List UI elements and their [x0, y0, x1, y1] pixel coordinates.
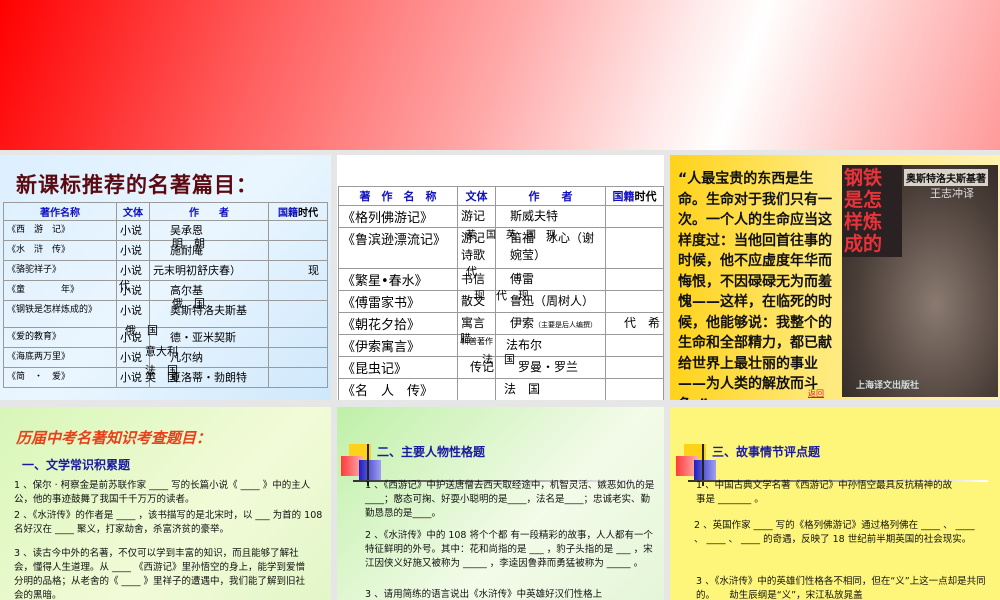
cell: 代 希	[605, 312, 664, 335]
cell: 小说	[116, 220, 150, 241]
question-2: 2 、《水浒传》的作者是 ____ ，该书描写的是北宋时，以 ___ 为首的 1…	[14, 510, 323, 535]
cell: 《昆虫记》	[338, 356, 458, 379]
question-2: 2 、《水浒传》中的 108 将个个都 有一段精彩的故事，人人都有一个特征鲜明的…	[365, 530, 654, 569]
question-1: 1 、保尔 · 柯察金是前苏联作家 ____ 写的长篇小说《 ____ 》中的主…	[14, 480, 311, 505]
cell: 《爱的教育》	[3, 327, 117, 348]
cell: 《傅雷家书》	[338, 290, 458, 313]
cover-translator: 王志冲译	[930, 187, 974, 200]
cell: 《朝花夕拾》	[338, 312, 458, 335]
cell: 斯威夫特	[495, 205, 606, 228]
question-3: 3 、请用简练的语言说出《水浒传》中英雄好汉们性格上	[365, 589, 603, 600]
cell: 伊索（主要是后人编撰）	[495, 312, 606, 335]
cover-publisher: 上海译文出版社	[856, 381, 920, 391]
cell: 法 国	[495, 378, 606, 400]
cell: 《鲁滨逊漂流记》	[338, 227, 458, 269]
cell: 吴承恩	[149, 220, 269, 241]
cell: 《简 ・ 爱》	[3, 367, 117, 388]
col-header: 国籍时代	[605, 186, 664, 206]
table-header: 著作名称 文体作 者国籍时代	[3, 202, 328, 221]
table-row: 《钢铁是怎样炼成的》 小说 奥斯特洛夫斯基俄 国	[3, 297, 328, 328]
cell: 《海底两万里》	[3, 347, 117, 368]
slide-thumbnail-exam-questions[interactable]: 历届中考名著知识考查题目： 一、文学常识积累题 1 、保尔 · 柯察金是前苏联作…	[0, 407, 331, 600]
cell: 《伊索寓言》	[338, 334, 458, 357]
cell: 《水 浒 传》	[3, 240, 117, 261]
cell: 笛福 冰心（谢婉莹）英 国 英 国 现	[466, 227, 606, 269]
section-heading: 三、故事情节评点题	[712, 445, 821, 459]
table-row: 《水 浒 传》 小说 施耐庵明 朝	[3, 237, 328, 261]
cell: 施耐庵明 朝	[149, 237, 269, 261]
table-row: 《鲁滨逊漂流记》 游记 诗歌 笛福 冰心（谢婉莹）英 国 英 国 现	[338, 227, 664, 269]
table-row: 《骆驼祥子》 小说 元末明初舒庆春）现	[3, 260, 328, 281]
cell: 高尔基	[149, 280, 269, 301]
slide-title: 历届中考名著知识考查题目：	[16, 429, 212, 447]
table-row: 《名 人 传》 法 国	[338, 378, 664, 400]
cell: 罗曼・罗兰法 国	[482, 353, 606, 379]
section-heading: 二、主要人物性格题	[377, 445, 486, 459]
section-heading: 一、文学常识积累题	[22, 458, 131, 472]
cover-title: 钢铁是怎样炼成的	[842, 165, 902, 257]
col-header: 作 者	[495, 186, 606, 206]
col-header: 文体	[457, 186, 496, 206]
table-header: 著 作 名 称文体作 者国籍时代	[338, 186, 664, 206]
cell: 元末明初舒庆春）	[149, 260, 269, 281]
question-2: 2 、英国作家 ____ 写的《格列佛游记》通过格列佛在 ____ 、 ____…	[694, 520, 975, 545]
cell: 《西 游 记》	[3, 220, 117, 241]
cell: 小说代	[116, 279, 150, 301]
cell: 游记	[457, 205, 496, 228]
cell: 《童 年》	[3, 280, 117, 301]
books-table: 著 作 名 称文体作 者国籍时代 《格列佛游记》 游记 斯威夫特 《鲁滨逊漂流记》游…	[338, 186, 664, 400]
slide-title: 新课标推荐的名著篇目：	[16, 173, 258, 197]
cell: 小说	[116, 240, 150, 261]
col-header: 著作名称	[3, 202, 117, 221]
quote-text: “人最宝贵的东西是生命。生命对于我们只有一次。一个人的生命应当这样度过：当他回首…	[678, 171, 832, 400]
slide-thumbnail-recommended-books[interactable]: 新课标推荐的名著篇目： 著作名称 文体作 者国籍时代 《西 游 记》 小说 吴承恩 《…	[0, 155, 331, 400]
table-row: 《格列佛游记》 游记 斯威夫特	[338, 205, 664, 228]
slide-thumbnail-quote[interactable]: “人最宝贵的东西是生命。生命对于我们只有一次。一个人的生命应当这样度过：当他回首…	[670, 155, 1000, 400]
title-banner	[0, 0, 1000, 150]
table-row: 《昆虫记》 传记 罗曼・罗兰法 国	[338, 353, 664, 379]
question-1: 1 、中国古典文学名著《西游记》中孙悟空最具反抗精神的故事是 _______ 。	[696, 480, 953, 505]
col-header: 国籍时代	[268, 202, 328, 221]
table-row: 《童 年》 小说代高尔基	[3, 279, 328, 301]
overflow-text: 英 国	[145, 371, 178, 384]
cell: 《骆驼祥子》	[3, 260, 117, 281]
cell: 《钢铁是怎样炼成的》	[3, 300, 117, 328]
question-3: 3 、读古今中外的名著，不仅可以学到丰富的知识，而且能够了解社会，懂得人生道理。…	[14, 548, 306, 600]
cell: 《繁星•春水》	[338, 268, 458, 291]
book-cover-image: 钢铁是怎样炼成的 奥斯特洛夫斯基著 王志冲译 上海译文出版社	[842, 165, 998, 397]
cover-author: 奥斯特洛夫斯基著	[904, 169, 988, 186]
table-row: 《西 游 记》 小说 吴承恩	[3, 220, 328, 241]
slide-thumbnail-books-table-2[interactable]: 著 作 名 称文体作 者国籍时代 《格列佛游记》 游记 斯威夫特 《鲁滨逊漂流记》游…	[337, 155, 664, 400]
table-row: 《傅雷家书》 散文 鲁迅（周树人）现 代 现	[338, 289, 664, 313]
cell: 奥斯特洛夫斯基俄 国	[149, 297, 269, 328]
cell: 《名 人 传》	[338, 378, 458, 400]
question-1: 1 、《西游记》中护送唐僧去西天取经途中，机智灵活、嫉恶如仇的是____；憨态可…	[365, 480, 655, 519]
table-row: 《朝花夕拾》 寓言 伊索（主要是后人编撰）代 希	[338, 312, 664, 335]
col-header: 文体	[116, 202, 150, 221]
col-header: 作 者	[149, 202, 269, 221]
back-link[interactable]: 返回	[808, 388, 824, 399]
cell: 鲁迅（周树人）现 代 现	[474, 289, 606, 313]
cell: 《格列佛游记》	[338, 205, 458, 228]
col-header: 著 作 名 称	[338, 186, 458, 206]
slide-thumbnail-character-questions[interactable]: 二、主要人物性格题 1 、《西游记》中护送唐僧去西天取经途中，机智灵活、嫉恶如仇…	[337, 407, 664, 600]
question-3: 3 、《水浒传》中的英雄们性格各不相同，但在“义”上这一点却是共同的。 劫生辰纲…	[696, 576, 986, 600]
cell: 现	[268, 260, 328, 281]
books-table: 著作名称 文体作 者国籍时代 《西 游 记》 小说 吴承恩 《水 浒 传》 小说 施耐庵明…	[3, 202, 328, 388]
slide-thumbnail-plot-questions[interactable]: 三、故事情节评点题 1 、中国古典文学名著《西游记》中孙悟空最具反抗精神的故事是…	[670, 407, 1000, 600]
